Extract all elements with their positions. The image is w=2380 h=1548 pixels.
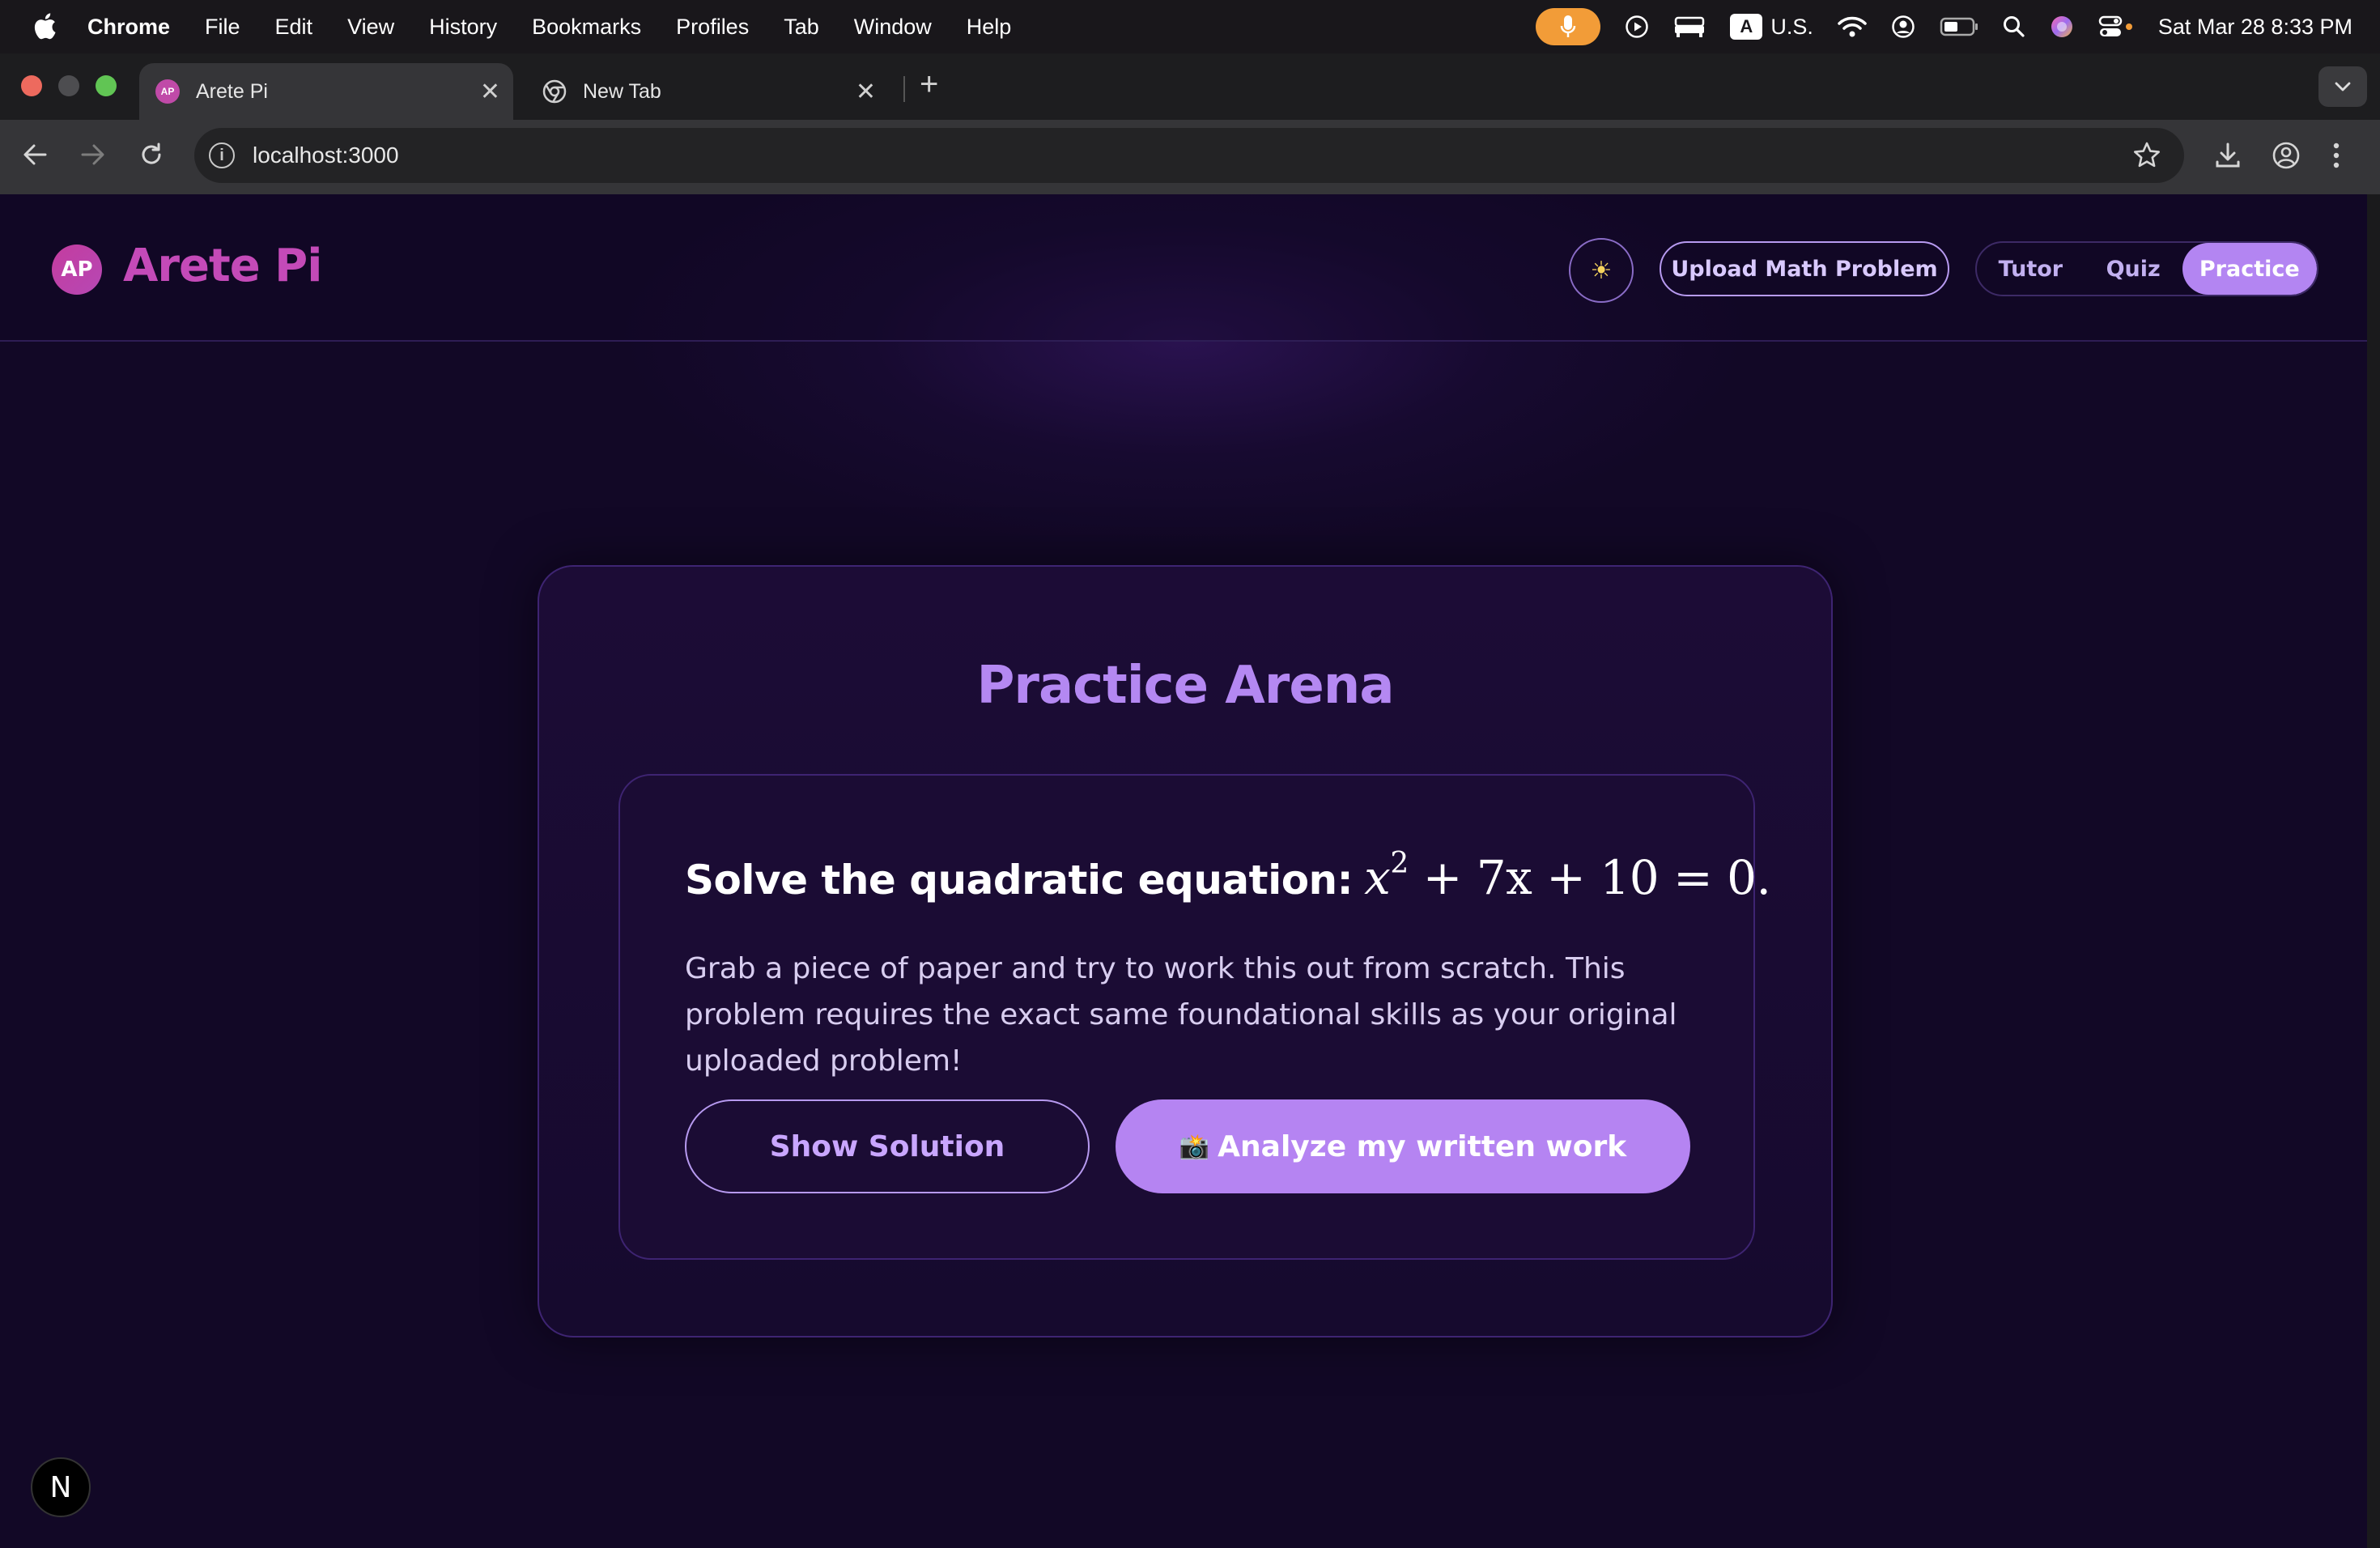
macos-menu-bar: Chrome File Edit View History Bookmarks …	[0, 0, 2380, 53]
equation: x2 + 7x + 10 = 0.	[1364, 847, 1771, 905]
brand-name[interactable]: Arete Pi	[123, 240, 322, 292]
new-tab-button[interactable]: +	[920, 68, 938, 100]
bookmark-star-icon[interactable]	[2132, 141, 2161, 170]
camera-flash-icon: 📸	[1179, 1132, 1210, 1161]
equation-exponent: 2	[1390, 847, 1409, 880]
menu-view[interactable]: View	[347, 15, 394, 40]
microphone-icon	[1561, 15, 1576, 37]
menu-window[interactable]: Window	[854, 15, 932, 40]
window-close-button[interactable]	[21, 75, 42, 96]
question-prefix: Solve the quadratic equation:	[685, 857, 1354, 904]
menu-file[interactable]: File	[205, 15, 240, 40]
input-source[interactable]: A U.S.	[1730, 14, 1813, 40]
forward-arrow-icon[interactable]	[79, 141, 107, 168]
tab-title: New Tab	[583, 79, 661, 103]
keyboard-layout-label: U.S.	[1770, 14, 1813, 39]
tab-search-button[interactable]	[2318, 66, 2367, 107]
show-solution-button[interactable]: Show Solution	[685, 1099, 1090, 1193]
more-options-icon[interactable]	[2331, 141, 2341, 170]
app-header: AP Arete Pi ☀ Upload Math Problem Tutor …	[0, 194, 2367, 342]
close-tab-icon[interactable]: ✕	[480, 78, 500, 106]
problem-description: Grab a piece of paper and try to work th…	[685, 952, 1677, 1078]
menu-edit[interactable]: Edit	[275, 15, 313, 40]
app-logo[interactable]: AP	[52, 245, 102, 295]
siri-icon[interactable]	[2050, 15, 2074, 39]
tab-arete-pi[interactable]: AP Arete Pi ✕	[139, 63, 513, 120]
menu-bar-clock[interactable]: Sat Mar 28 8:33 PM	[2158, 15, 2352, 40]
bed-icon[interactable]	[1673, 15, 1706, 39]
window-minimize-button[interactable]	[58, 75, 79, 96]
spotlight-search-icon[interactable]	[2003, 15, 2025, 38]
app-viewport: AP Arete Pi ☀ Upload Math Problem Tutor …	[0, 194, 2367, 1548]
url-text[interactable]: localhost:3000	[253, 142, 399, 168]
microphone-indicator[interactable]	[1536, 8, 1601, 45]
site-info-icon[interactable]: i	[209, 142, 235, 168]
reload-icon[interactable]	[138, 141, 165, 168]
mode-tutor-button[interactable]: Tutor	[1977, 243, 2085, 295]
menu-app-name[interactable]: Chrome	[87, 15, 170, 40]
window-zoom-button[interactable]	[96, 75, 117, 96]
equation-rest: + 7x + 10 = 0.	[1422, 850, 1771, 905]
close-tab-icon[interactable]: ✕	[856, 78, 876, 106]
chevron-down-icon	[2335, 82, 2351, 91]
menu-profiles[interactable]: Profiles	[676, 15, 749, 40]
menu-history[interactable]: History	[429, 15, 497, 40]
problem-question: Solve the quadratic equation: x2 + 7x + …	[685, 847, 1771, 905]
analyze-written-work-button[interactable]: 📸 Analyze my written work	[1116, 1099, 1690, 1193]
page-scrollbar[interactable]	[2367, 194, 2380, 1548]
sun-icon: ☀	[1590, 256, 1613, 285]
equation-base: x	[1364, 850, 1391, 905]
mode-switcher: Tutor Quiz Practice	[1975, 241, 2318, 296]
tab-separator	[903, 76, 905, 102]
address-bar[interactable]: i localhost:3000	[194, 128, 2184, 183]
user-circle-icon[interactable]	[1891, 15, 1915, 39]
nextjs-dev-indicator[interactable]: N	[31, 1457, 91, 1517]
keyboard-badge: A	[1730, 14, 1763, 40]
browser-toolbar: i localhost:3000	[0, 120, 2380, 194]
play-circle-icon[interactable]	[1625, 15, 1649, 39]
problem-panel: Solve the quadratic equation: x2 + 7x + …	[618, 774, 1771, 1260]
menu-help[interactable]: Help	[967, 15, 1012, 40]
menu-tab[interactable]: Tab	[784, 15, 819, 40]
battery-icon[interactable]	[1940, 17, 1978, 36]
tab-new-tab[interactable]: New Tab ✕	[526, 63, 889, 120]
practice-title: Practice Arena	[976, 656, 1395, 716]
mode-quiz-button[interactable]: Quiz	[2085, 243, 2182, 295]
tab-title: Arete Pi	[196, 79, 268, 103]
back-arrow-icon[interactable]	[21, 141, 49, 168]
tab-favicon: AP	[155, 79, 180, 104]
browser-tab-strip: AP Arete Pi ✕ New Tab ✕	[0, 53, 2380, 120]
analyze-label: Analyze my written work	[1218, 1129, 1627, 1163]
theme-toggle-button[interactable]: ☀	[1569, 238, 1634, 303]
control-center-icon[interactable]	[2098, 15, 2134, 39]
chrome-logo-icon	[542, 79, 567, 104]
download-icon[interactable]	[2213, 141, 2242, 170]
practice-card: Practice Arena Solve the quadratic equat…	[538, 565, 1833, 1337]
upload-math-problem-button[interactable]: Upload Math Problem	[1660, 241, 1949, 296]
menu-bookmarks[interactable]: Bookmarks	[532, 15, 641, 40]
wifi-icon[interactable]	[1838, 15, 1867, 38]
mode-practice-button[interactable]: Practice	[2182, 243, 2317, 295]
apple-logo-icon[interactable]	[32, 11, 57, 40]
profile-icon[interactable]	[2272, 141, 2301, 170]
